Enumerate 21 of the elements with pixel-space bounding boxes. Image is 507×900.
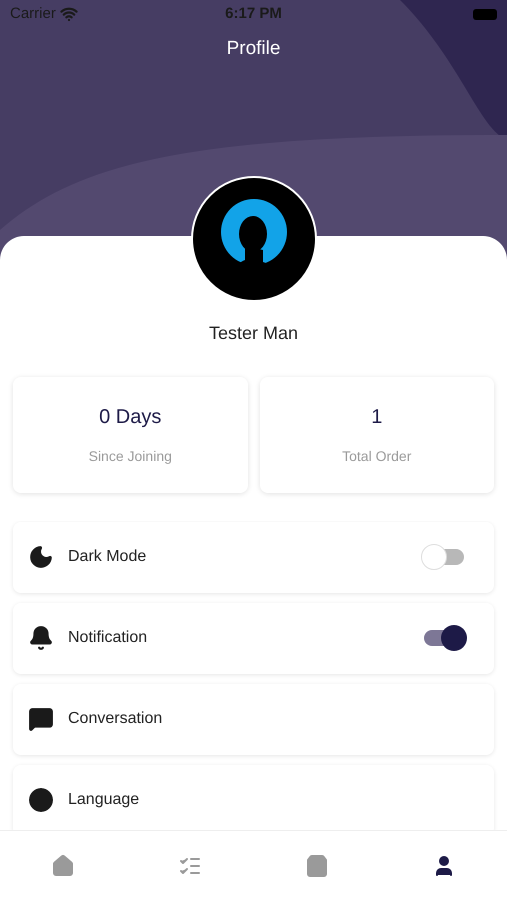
settings-row[interactable]: Dark Mode	[13, 522, 494, 592]
stat-value: 1	[371, 405, 382, 430]
settings-row[interactable]: Notification	[13, 602, 494, 674]
carrier-label: Carrier	[10, 4, 56, 24]
page-title: Profile	[226, 37, 280, 61]
settings-label: Conversation	[68, 709, 164, 729]
stat-label: Since Joining	[88, 447, 172, 466]
settings-row[interactable]: Conversation	[13, 684, 494, 754]
home-icon	[51, 854, 76, 878]
stat-label: Total Order	[342, 447, 412, 466]
settings-label: Dark Mode	[68, 547, 148, 567]
settings-label: Language	[68, 790, 140, 810]
chat-icon	[28, 706, 54, 732]
stat-value: 0 Days	[99, 405, 162, 430]
profile-name: Tester Man	[208, 322, 298, 344]
bell-icon	[28, 625, 54, 651]
moon-icon	[28, 544, 54, 570]
status-time: 6:17 PM	[225, 4, 282, 24]
settings-label: Notification	[68, 628, 148, 648]
settings-row[interactable]: Language	[13, 764, 494, 830]
wifi-icon	[60, 5, 78, 23]
